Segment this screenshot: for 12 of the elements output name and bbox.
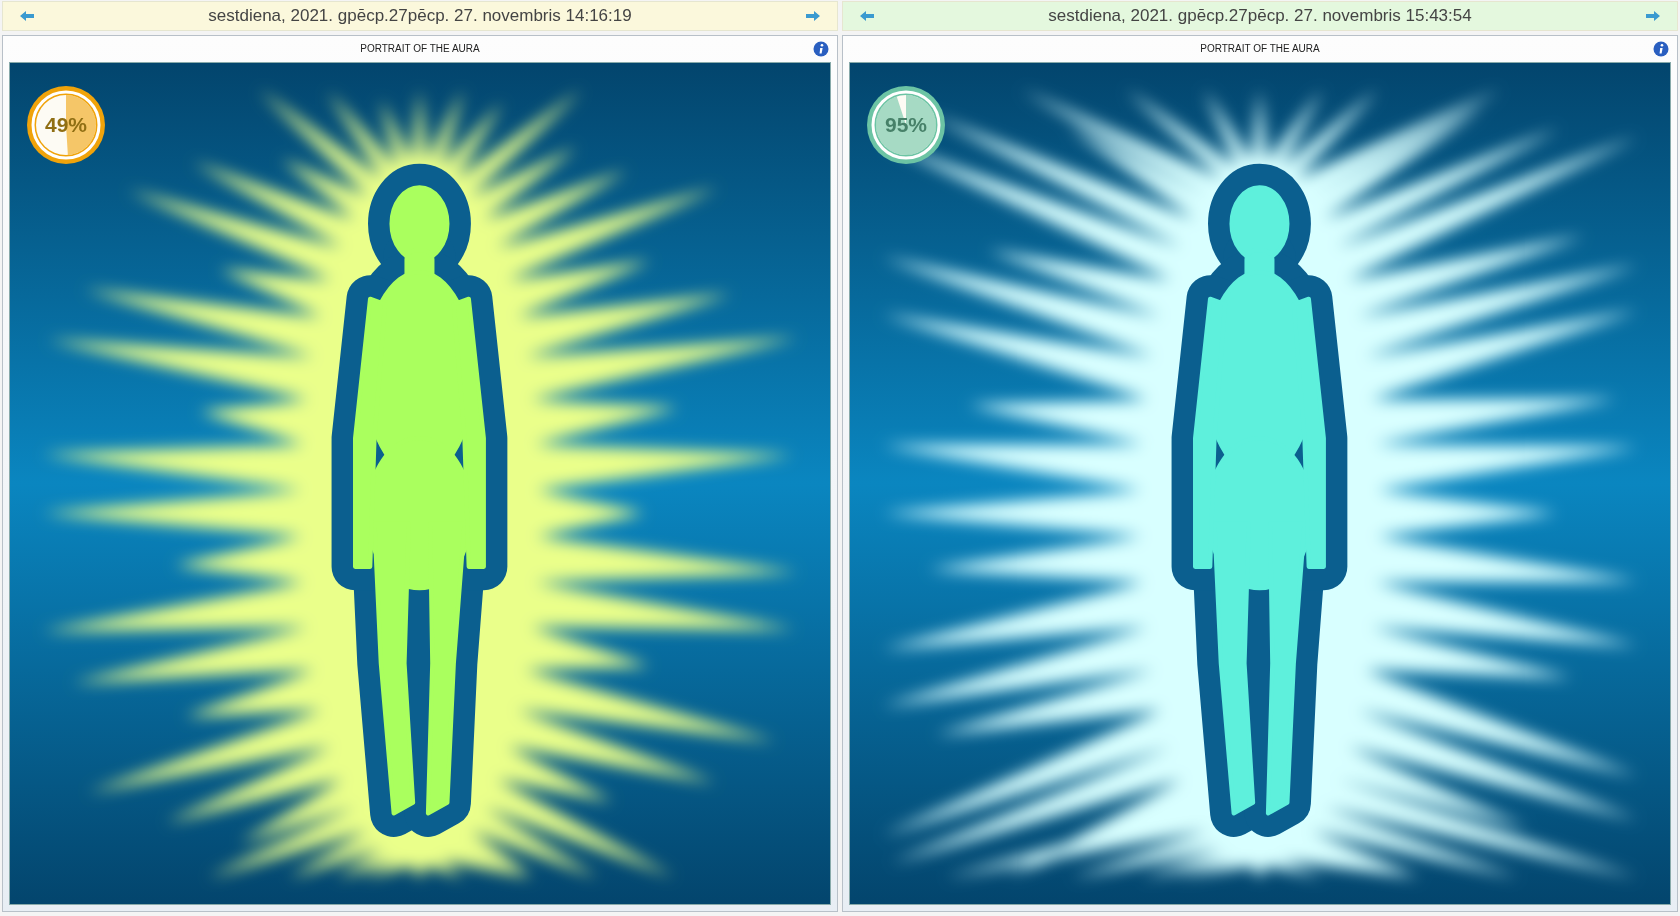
left-arrow-icon (859, 9, 875, 22)
left-arrow-icon (19, 9, 35, 22)
date-time: sestdiena, 2021. gpēcp.27pēcp. 27. novembris 14:16:19 (208, 5, 632, 26)
percentage: 49% (45, 112, 87, 137)
info-icon[interactable] (1653, 40, 1669, 57)
info-icon[interactable] (813, 40, 829, 57)
percentage: 95% (885, 112, 927, 137)
right-arrow-icon (1645, 9, 1661, 22)
panel-title: PORTRAIT OF THE AURA (360, 43, 480, 55)
right-arrow-icon (805, 9, 821, 22)
date-time: sestdiena, 2021. gpēcp.27pēcp. 27. novembris 15:43:54 (1048, 5, 1472, 26)
panel-title: PORTRAIT OF THE AURA (1200, 43, 1320, 55)
